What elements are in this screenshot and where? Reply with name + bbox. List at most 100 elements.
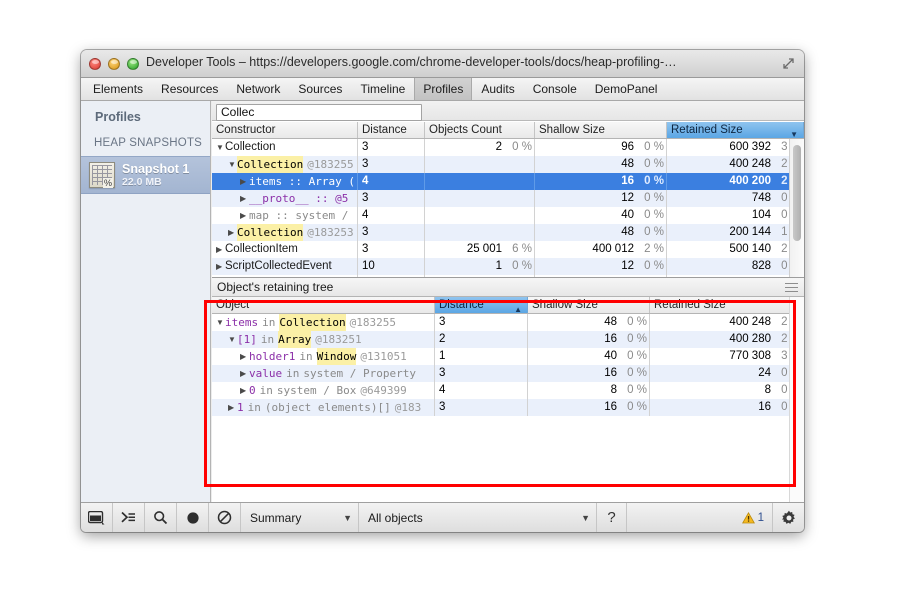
table-row[interactable]: ▶1in(object elements)[]@1833160 %160 %: [212, 399, 804, 416]
clear-icon[interactable]: [209, 503, 241, 532]
percent: 0 %: [634, 190, 664, 207]
disclosure-closed-icon[interactable]: ▶: [228, 399, 237, 416]
table-row[interactable]: ▼itemsinCollection@1832553480 %400 2482 …: [212, 314, 804, 331]
column-header-object[interactable]: Object: [212, 297, 435, 313]
column-header-retained-size[interactable]: Retained Size: [650, 297, 804, 313]
fullscreen-icon[interactable]: [782, 57, 795, 70]
disclosure-closed-icon[interactable]: ▶: [228, 224, 237, 241]
object-filter-select[interactable]: All objects ▼: [359, 503, 597, 532]
holder-name: Array: [278, 331, 311, 348]
profiles-main: Constructor Distance Objects Count Shall…: [212, 101, 804, 502]
table-row[interactable]: ▼Collection@1832553480 %400 2482 %: [212, 156, 804, 173]
disclosure-closed-icon[interactable]: ▶: [240, 207, 249, 224]
column-header-shallow-size[interactable]: Shallow Size: [535, 122, 667, 138]
table-row[interactable]: ▶valueinsystem / Property3160 %240 %: [212, 365, 804, 382]
object-id: @183255: [350, 314, 396, 331]
constructors-scrollbar[interactable]: [789, 139, 804, 277]
value: 770 308: [729, 348, 771, 365]
retaining-tree-scrollbar[interactable]: [789, 297, 804, 502]
tab-timeline[interactable]: Timeline: [351, 78, 414, 100]
cell-distance: 2: [435, 331, 528, 348]
disclosure-closed-icon[interactable]: ▶: [240, 173, 249, 190]
warning-icon: [742, 512, 755, 524]
gear-icon[interactable]: [772, 503, 804, 532]
view-mode-select[interactable]: Summary ▼: [241, 503, 359, 532]
tab-audits[interactable]: Audits: [472, 78, 523, 100]
column-header-constructor[interactable]: Constructor: [212, 122, 358, 138]
object-id: @183253: [307, 224, 353, 241]
table-row[interactable]: ▶items :: Array (4160 %400 2002 %: [212, 173, 804, 190]
search-input[interactable]: [216, 104, 422, 121]
value: 12: [621, 258, 634, 275]
table-row[interactable]: ▶0insystem / Box@649399480 %80 %: [212, 382, 804, 399]
value: 600 392: [729, 139, 771, 156]
tab-resources[interactable]: Resources: [152, 78, 227, 100]
column-header-distance[interactable]: Distance ▲: [435, 297, 528, 313]
help-button[interactable]: ?: [597, 503, 627, 532]
close-icon[interactable]: [89, 58, 101, 70]
table-row[interactable]: ▼[1]inArray@1832512160 %400 2802 %: [212, 331, 804, 348]
column-header-distance[interactable]: Distance: [358, 122, 425, 138]
cell-distance: 3: [358, 156, 425, 173]
column-header-objects-count[interactable]: Objects Count: [425, 122, 535, 138]
value: 500 140: [729, 241, 771, 258]
holder-name: system / Box: [277, 382, 356, 399]
value: 3: [362, 139, 368, 156]
disclosure-open-icon[interactable]: ▼: [216, 314, 225, 331]
tab-label: Timeline: [360, 82, 405, 96]
cell-distance: 3: [358, 190, 425, 207]
disclosure-open-icon[interactable]: ▼: [228, 331, 237, 348]
tab-demopanel[interactable]: DemoPanel: [586, 78, 667, 100]
disclosure-closed-icon[interactable]: ▶: [240, 382, 249, 399]
tab-profiles[interactable]: Profiles: [414, 78, 472, 100]
table-row[interactable]: ▶holder1inWindow@1310511400 %770 3083 %: [212, 348, 804, 365]
table-row[interactable]: ▶CollectionItem325 0016 %400 0122 %500 1…: [212, 241, 804, 258]
snapshot-size: 22.0 MB: [122, 176, 189, 188]
tab-network[interactable]: Network: [227, 78, 289, 100]
console-drawer-icon[interactable]: [113, 503, 145, 532]
column-header-retained-size[interactable]: Retained Size ▼: [667, 122, 804, 138]
table-row[interactable]: ▶ScriptCollectedEvent1010 %120 %8280 %: [212, 258, 804, 275]
percent: 0 %: [502, 139, 532, 156]
warning-indicator[interactable]: 1: [742, 503, 772, 532]
tab-sources[interactable]: Sources: [289, 78, 351, 100]
cell-retained-size: 400 2482 %: [667, 156, 804, 173]
table-row[interactable]: ▶map :: system /4400 %1040 %: [212, 207, 804, 224]
tab-label: Profiles: [423, 82, 463, 96]
column-header-shallow-size[interactable]: Shallow Size: [528, 297, 650, 313]
cell-retained-size: 240 %: [650, 365, 804, 382]
disclosure-closed-icon[interactable]: ▶: [216, 241, 225, 258]
cell-constructor: ▶map :: system /: [212, 207, 358, 224]
value: 16: [758, 399, 771, 416]
tab-label: Console: [533, 82, 577, 96]
column-label: Object: [216, 297, 249, 313]
minimize-icon[interactable]: [108, 58, 120, 70]
cell-objects-count: 25 0016 %: [425, 241, 535, 258]
table-row[interactable]: ▶__proto__ :: @53120 %7480 %: [212, 190, 804, 207]
cell-objects-count: 10 %: [425, 258, 535, 275]
disclosure-open-icon[interactable]: ▼: [216, 139, 225, 156]
tab-elements[interactable]: Elements: [84, 78, 152, 100]
value: 3: [362, 224, 368, 241]
search-icon[interactable]: [145, 503, 177, 532]
disclosure-closed-icon[interactable]: ▶: [240, 190, 249, 207]
tab-console[interactable]: Console: [524, 78, 586, 100]
table-row[interactable]: ▼Collection320 %960 %600 3923 %: [212, 139, 804, 156]
table-row[interactable]: ▶Collection@1832533480 %200 1441 %: [212, 224, 804, 241]
property-name: [1]: [237, 331, 257, 348]
scrollbar-thumb[interactable]: [793, 145, 801, 241]
disclosure-open-icon[interactable]: ▼: [228, 156, 237, 173]
record-icon[interactable]: [177, 503, 209, 532]
bottom-toolbar: Summary ▼ All objects ▼ ? 1: [81, 502, 804, 532]
sidebar-item-snapshot-1[interactable]: Snapshot 1 22.0 MB: [81, 156, 210, 194]
cell-object: ▶1in(object elements)[]@183: [212, 399, 435, 416]
disclosure-closed-icon[interactable]: ▶: [240, 365, 249, 382]
disclosure-closed-icon[interactable]: ▶: [216, 258, 225, 275]
dock-window-icon[interactable]: [81, 503, 113, 532]
cell-objects-count: [425, 173, 535, 190]
maximize-icon[interactable]: [127, 58, 139, 70]
grip-icon[interactable]: [785, 283, 798, 292]
constructor-name: Collection: [225, 139, 276, 156]
column-label: Shallow Size: [532, 297, 598, 313]
disclosure-closed-icon[interactable]: ▶: [240, 348, 249, 365]
